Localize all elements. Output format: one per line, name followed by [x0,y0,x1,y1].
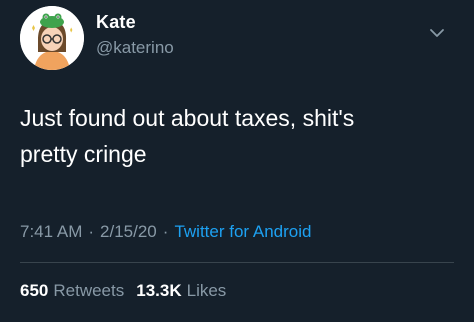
likes-count: 13.3K [136,281,182,300]
tweet-time[interactable]: 7:41 AM [20,222,82,241]
tweet-date[interactable]: 2/15/20 [100,222,157,241]
divider [20,262,454,263]
retweets-count: 650 [20,281,49,300]
chevron-down-icon[interactable] [428,24,446,42]
meta-separator: · [88,222,95,241]
likes-label: Likes [186,281,227,300]
tweet-source-link[interactable]: Twitter for Android [174,222,311,241]
meta-separator: · [162,222,169,241]
avatar-illustration-icon [20,6,84,70]
avatar[interactable] [20,6,84,70]
author-handle[interactable]: @katerino [96,38,174,58]
tweet-stats: 650 Retweets 13.3K Likes [20,281,226,301]
tweet: Kate @katerino Just found out about taxe… [0,0,474,322]
retweets-stat[interactable]: 650 Retweets [20,281,124,300]
tweet-meta: 7:41 AM · 2/15/20 · Twitter for Android [20,222,311,242]
tweet-text: Just found out about taxes, shit's prett… [20,105,355,167]
retweets-label: Retweets [53,281,125,300]
likes-stat[interactable]: 13.3K Likes [136,281,226,300]
author-name[interactable]: Kate [96,12,136,33]
